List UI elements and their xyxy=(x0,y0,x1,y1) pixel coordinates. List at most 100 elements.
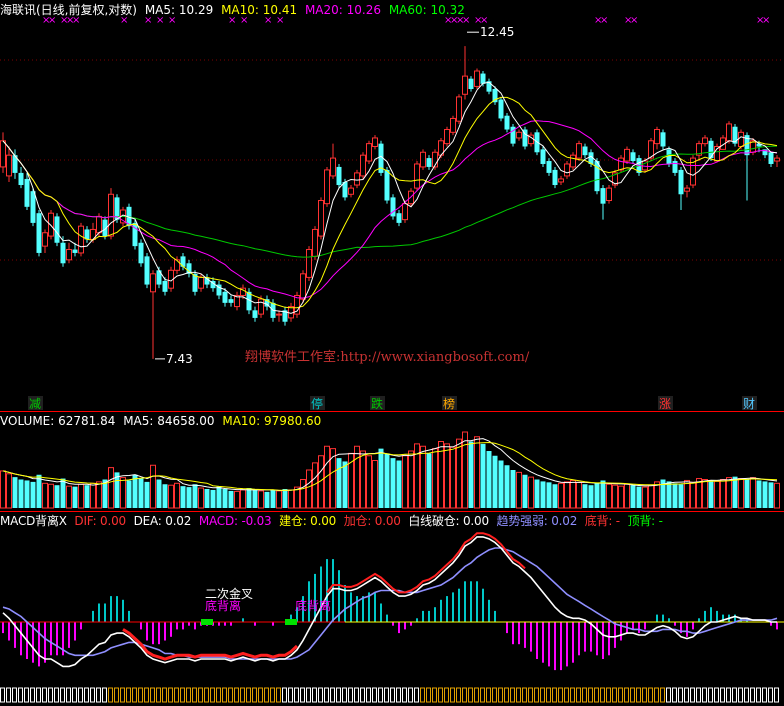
volume-bar xyxy=(234,490,240,509)
volume-bar xyxy=(276,490,282,509)
signal-marker: × xyxy=(762,15,770,26)
macd-value: MACD: -0.03 xyxy=(198,514,272,528)
status-strip-cell xyxy=(336,687,341,703)
candle-body xyxy=(558,178,564,183)
candle-body xyxy=(480,73,486,84)
status-strip-cell xyxy=(666,687,671,703)
status-strip-cell xyxy=(582,687,587,703)
volume-bar xyxy=(90,482,96,509)
dibei-value: 底背: - xyxy=(584,514,620,528)
volume-bar xyxy=(612,484,618,509)
candle-body xyxy=(774,157,780,162)
volume-bar xyxy=(546,482,552,508)
candle-body xyxy=(576,143,582,159)
status-strip-cell xyxy=(630,687,635,703)
status-strip-cell xyxy=(282,687,287,703)
volume-bar xyxy=(216,486,222,508)
status-strip-cell xyxy=(678,687,683,703)
status-strip-cell xyxy=(480,687,485,703)
status-strip-cell xyxy=(540,687,545,703)
candle-body xyxy=(708,140,714,159)
status-strip-cell xyxy=(222,687,227,703)
status-strip-cell xyxy=(408,687,413,703)
status-strip-cell xyxy=(300,687,305,703)
candle-body xyxy=(312,228,318,257)
candle-body xyxy=(462,75,468,95)
candle-body xyxy=(300,273,306,300)
volume-bar xyxy=(558,482,564,509)
volume-bar xyxy=(402,455,408,509)
volume-bar xyxy=(498,460,504,508)
volume-bar xyxy=(534,479,540,508)
candle-body xyxy=(420,151,426,168)
volume-ma5-value: MA5: 84658.00 xyxy=(123,414,215,428)
candle-body xyxy=(366,143,372,162)
volume-bar xyxy=(516,471,522,509)
status-strip-cell xyxy=(660,687,665,703)
volume-bar xyxy=(522,474,528,508)
status-strip-cell xyxy=(78,687,83,703)
candle-body xyxy=(768,152,774,164)
volume-bar xyxy=(186,487,192,508)
status-strip-cell xyxy=(498,687,503,703)
candle-body xyxy=(546,161,552,173)
candle-body xyxy=(138,242,144,264)
volume-bar xyxy=(720,479,726,509)
status-strip-cell xyxy=(594,687,599,703)
dif-line xyxy=(2,536,777,668)
volume-bar xyxy=(528,476,534,509)
volume-bar xyxy=(456,438,462,509)
status-strip-cell xyxy=(690,687,695,703)
candle-body xyxy=(78,225,84,254)
divergence-trend-line xyxy=(122,628,299,661)
status-strip-cell xyxy=(576,687,581,703)
volume-bar xyxy=(600,480,606,508)
ma5-value: MA5: 10.29 xyxy=(144,3,214,17)
volume-bar xyxy=(60,478,66,508)
volume-bar xyxy=(762,481,768,508)
candle-body xyxy=(678,169,684,195)
status-strip-cell xyxy=(168,687,173,703)
candle-body xyxy=(606,187,612,202)
status-strip-cell xyxy=(396,687,401,703)
status-strip-cell xyxy=(366,687,371,703)
volume-bar xyxy=(174,482,180,509)
status-strip-cell xyxy=(558,687,563,703)
volume-bar xyxy=(210,489,216,508)
status-strip-cell xyxy=(738,687,743,703)
candle-body xyxy=(726,123,732,142)
candle-body xyxy=(18,172,24,186)
status-strip-cell xyxy=(306,687,311,703)
volume-bar xyxy=(96,481,102,509)
status-strip-cell xyxy=(120,687,125,703)
candle-body xyxy=(582,146,588,156)
volume-bar xyxy=(24,480,30,508)
status-strip-cell xyxy=(174,687,179,703)
volume-bar xyxy=(306,469,312,509)
candle-body xyxy=(654,129,660,145)
volume-bar xyxy=(144,481,150,508)
event-tag-label: 榜 xyxy=(443,396,455,411)
volume-bar xyxy=(66,485,72,509)
status-strip-cell xyxy=(492,687,497,703)
candle-body xyxy=(372,137,378,148)
volume-bar xyxy=(594,483,600,508)
status-strip-cell xyxy=(84,687,89,703)
volume-bar xyxy=(372,460,378,509)
annotation-dibeili-1: 底背离 xyxy=(205,598,241,613)
candle-body xyxy=(624,148,630,162)
volume-bar xyxy=(36,474,42,508)
volume-bar xyxy=(162,484,168,508)
volume-value: VOLUME: 62781.84 xyxy=(0,414,116,428)
volume-bar xyxy=(708,480,714,508)
volume-bar xyxy=(78,483,84,509)
volume-bar xyxy=(564,481,570,509)
status-strip-cell xyxy=(390,687,395,703)
status-strip-cell xyxy=(606,687,611,703)
status-strip-cell xyxy=(150,687,155,703)
status-strip-cell xyxy=(672,687,677,703)
volume-bar xyxy=(120,477,126,509)
volume-bar xyxy=(198,487,204,509)
candle-body xyxy=(456,96,462,122)
status-strip-cell xyxy=(126,687,131,703)
